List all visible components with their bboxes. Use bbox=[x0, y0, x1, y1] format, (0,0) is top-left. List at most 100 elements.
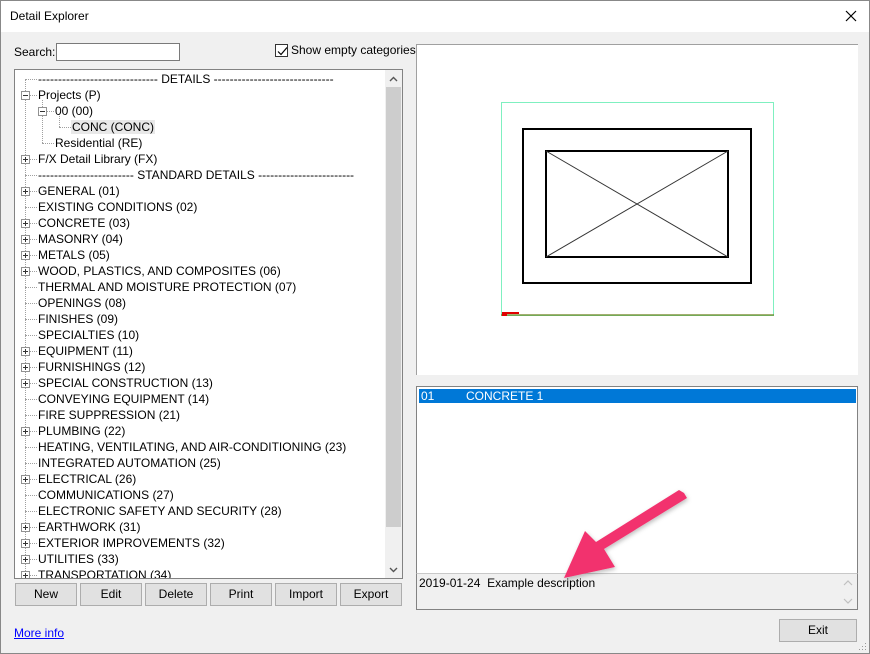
tree-item-label: PLUMBING (22) bbox=[38, 424, 126, 438]
print-button[interactable]: Print bbox=[210, 583, 272, 606]
search-input[interactable] bbox=[56, 43, 180, 61]
expand-plus-icon[interactable] bbox=[21, 251, 30, 260]
tree-item[interactable]: INTEGRATED AUTOMATION (25) bbox=[37, 455, 222, 471]
tree-item[interactable]: MASONRY (04) bbox=[37, 231, 124, 247]
show-empty-categories-checkbox[interactable]: Show empty categories bbox=[275, 43, 416, 57]
expand-plus-icon[interactable] bbox=[21, 555, 30, 564]
tree-item[interactable]: ELECTRONIC SAFETY AND SECURITY (28) bbox=[37, 503, 283, 519]
tree-item[interactable]: Residential (RE) bbox=[54, 135, 143, 151]
tree-item-label: INTEGRATED AUTOMATION (25) bbox=[38, 456, 221, 470]
tree-item[interactable]: METALS (05) bbox=[37, 247, 111, 263]
category-tree[interactable]: ------------------------------ DETAILS -… bbox=[14, 69, 403, 579]
tree-item[interactable]: 00 (00) bbox=[54, 103, 94, 119]
tree-item-label: F/X Detail Library (FX) bbox=[38, 152, 158, 166]
tree-item[interactable]: Projects (P) bbox=[37, 87, 102, 103]
tree-connector-line bbox=[25, 303, 37, 304]
description-scrollbar[interactable] bbox=[840, 575, 856, 609]
tree-item[interactable]: EXTERIOR IMPROVEMENTS (32) bbox=[37, 535, 226, 551]
expand-plus-icon[interactable] bbox=[21, 347, 30, 356]
expand-plus-icon[interactable] bbox=[21, 219, 30, 228]
export-button[interactable]: Export bbox=[340, 583, 402, 606]
expand-plus-icon[interactable] bbox=[21, 539, 30, 548]
expand-plus-icon[interactable] bbox=[21, 379, 30, 388]
tree-connector-line bbox=[25, 415, 37, 416]
expand-plus-icon[interactable] bbox=[21, 155, 30, 164]
edit-button[interactable]: Edit bbox=[80, 583, 142, 606]
tree-item-label: FINISHES (09) bbox=[38, 312, 119, 326]
tree-item-label: SPECIALTIES (10) bbox=[38, 328, 140, 342]
tree-item-label: FURNISHINGS (12) bbox=[38, 360, 146, 374]
tree-item[interactable]: PLUMBING (22) bbox=[37, 423, 126, 439]
tree-item-label: CONCRETE (03) bbox=[38, 216, 131, 230]
scrollbar-thumb[interactable] bbox=[386, 87, 401, 527]
tree-item[interactable]: GENERAL (01) bbox=[37, 183, 121, 199]
details-list-row[interactable]: 01 CONCRETE 1 bbox=[419, 389, 856, 403]
tree-item[interactable]: TRANSPORTATION (34) bbox=[37, 567, 172, 578]
checkbox-checked-icon[interactable] bbox=[275, 43, 288, 57]
tree-item[interactable]: FURNISHINGS (12) bbox=[37, 359, 146, 375]
tree-connector-line bbox=[25, 79, 37, 80]
tree-connector-line bbox=[59, 127, 71, 128]
expand-plus-icon[interactable] bbox=[21, 523, 30, 532]
tree-item[interactable]: ------------------------------ DETAILS -… bbox=[37, 71, 335, 87]
tree-item-label: CONVEYING EQUIPMENT (14) bbox=[38, 392, 210, 406]
tree-item-label: SPECIAL CONSTRUCTION (13) bbox=[38, 376, 213, 390]
tree-item[interactable]: SPECIALTIES (10) bbox=[37, 327, 140, 343]
tree-connector-line bbox=[25, 463, 37, 464]
tree-item[interactable]: ------------------------ STANDARD DETAIL… bbox=[37, 167, 355, 183]
tree-item-label: OPENINGS (08) bbox=[38, 296, 127, 310]
tree-connector-line bbox=[25, 287, 37, 288]
tree-item[interactable]: WOOD, PLASTICS, AND COMPOSITES (06) bbox=[37, 263, 282, 279]
tree-item[interactable]: UTILITIES (33) bbox=[37, 551, 120, 567]
tree-item-label: EXTERIOR IMPROVEMENTS (32) bbox=[38, 536, 225, 550]
new-button[interactable]: New bbox=[15, 583, 77, 606]
window-title: Detail Explorer bbox=[10, 9, 89, 23]
tree-connector-line bbox=[25, 447, 37, 448]
scroll-up-icon[interactable] bbox=[385, 70, 402, 87]
tree-item[interactable]: SPECIAL CONSTRUCTION (13) bbox=[37, 375, 214, 391]
import-button[interactable]: Import bbox=[275, 583, 337, 606]
tree-item[interactable]: CONVEYING EQUIPMENT (14) bbox=[37, 391, 210, 407]
expand-plus-icon[interactable] bbox=[21, 571, 30, 578]
description-date: 2019-01-24 bbox=[419, 576, 481, 590]
search-label: Search: bbox=[14, 45, 56, 59]
tree-item-label: FIRE SUPPRESSION (21) bbox=[38, 408, 181, 422]
tree-item-label: COMMUNICATIONS (27) bbox=[38, 488, 174, 502]
description-text: 2019-01-24 Example description bbox=[419, 576, 595, 590]
tree-item[interactable]: FIRE SUPPRESSION (21) bbox=[37, 407, 181, 423]
tree-item-label: ELECTRONIC SAFETY AND SECURITY (28) bbox=[38, 504, 282, 518]
tree-item[interactable]: F/X Detail Library (FX) bbox=[37, 151, 158, 167]
tree-item[interactable]: EARTHWORK (31) bbox=[37, 519, 141, 535]
collapse-minus-icon[interactable] bbox=[21, 91, 30, 100]
details-list[interactable]: 01 CONCRETE 1 bbox=[416, 386, 858, 574]
expand-plus-icon[interactable] bbox=[21, 427, 30, 436]
tree-item[interactable]: CONC (CONC) bbox=[71, 119, 155, 135]
description-box[interactable]: 2019-01-24 Example description bbox=[416, 573, 858, 610]
expand-plus-icon[interactable] bbox=[21, 475, 30, 484]
delete-button[interactable]: Delete bbox=[145, 583, 207, 606]
expand-plus-icon[interactable] bbox=[21, 363, 30, 372]
collapse-minus-icon[interactable] bbox=[38, 107, 47, 116]
tree-item[interactable]: COMMUNICATIONS (27) bbox=[37, 487, 175, 503]
tree-item[interactable]: HEATING, VENTILATING, AND AIR-CONDITIONI… bbox=[37, 439, 347, 455]
detail-number: 01 bbox=[421, 389, 435, 403]
expand-plus-icon[interactable] bbox=[21, 187, 30, 196]
tree-item-label: UTILITIES (33) bbox=[38, 552, 119, 566]
tree-item[interactable]: ELECTRICAL (26) bbox=[37, 471, 137, 487]
tree-item[interactable]: CONCRETE (03) bbox=[37, 215, 131, 231]
exit-button[interactable]: Exit bbox=[779, 619, 857, 642]
tree-item-label: 00 (00) bbox=[55, 104, 94, 118]
detail-name: CONCRETE 1 bbox=[466, 389, 544, 403]
tree-item[interactable]: FINISHES (09) bbox=[37, 311, 119, 327]
tree-item[interactable]: THERMAL AND MOISTURE PROTECTION (07) bbox=[37, 279, 297, 295]
scroll-down-icon[interactable] bbox=[385, 561, 402, 578]
resize-grip-icon[interactable] bbox=[857, 641, 867, 651]
tree-item[interactable]: OPENINGS (08) bbox=[37, 295, 127, 311]
tree-item[interactable]: EQUIPMENT (11) bbox=[37, 343, 134, 359]
tree-item[interactable]: EXISTING CONDITIONS (02) bbox=[37, 199, 198, 215]
expand-plus-icon[interactable] bbox=[21, 235, 30, 244]
more-info-link[interactable]: More info bbox=[14, 626, 64, 640]
close-icon[interactable] bbox=[841, 6, 861, 26]
expand-plus-icon[interactable] bbox=[21, 267, 30, 276]
tree-scrollbar[interactable] bbox=[385, 70, 402, 578]
